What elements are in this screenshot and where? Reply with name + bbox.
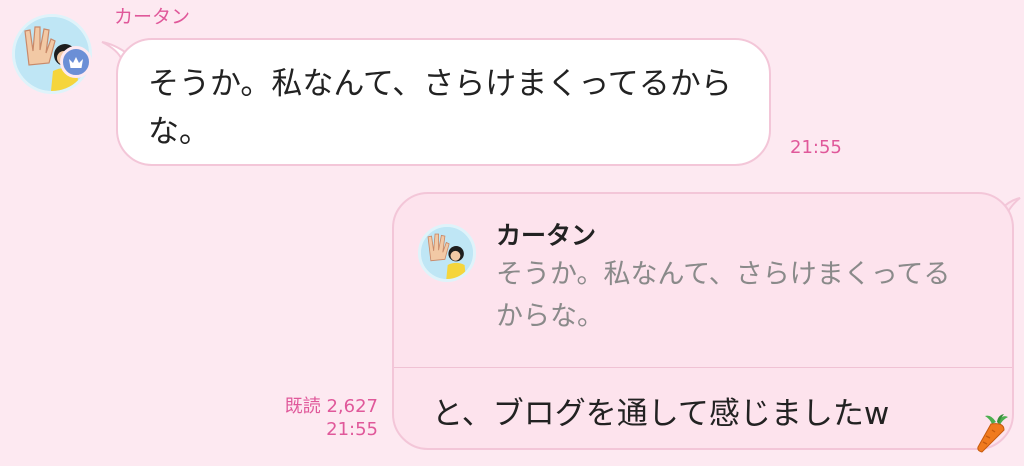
- reply-sender-name: カータン: [496, 221, 597, 250]
- outgoing-message-time: 21:55: [326, 419, 378, 440]
- reply-divider: [394, 367, 1012, 368]
- incoming-message-bubble[interactable]: そうか。私なんて、さらけまくってるからな。: [116, 38, 771, 166]
- incoming-message-time: 21:55: [790, 137, 842, 158]
- read-status: 既読 2,627: [284, 396, 378, 417]
- outgoing-message-bubble[interactable]: カータン そうか。私なんて、さらけまくってるからな。 と、ブログを通して感じまし…: [392, 192, 1014, 450]
- incoming-message-text: そうか。私なんて、さらけまくってるからな。: [148, 66, 732, 150]
- sender-name[interactable]: カータン: [114, 2, 190, 29]
- reply-avatar: [418, 224, 476, 282]
- crown-badge: [60, 46, 92, 78]
- crown-icon: [69, 56, 83, 68]
- carrot-icon: [977, 414, 1008, 453]
- reply-quoted-text: そうか。私なんて、さらけまくってるからな。: [496, 259, 951, 332]
- waving-person-icon: [421, 227, 473, 279]
- outgoing-message-text: と、ブログを通して感じましたw: [432, 396, 890, 432]
